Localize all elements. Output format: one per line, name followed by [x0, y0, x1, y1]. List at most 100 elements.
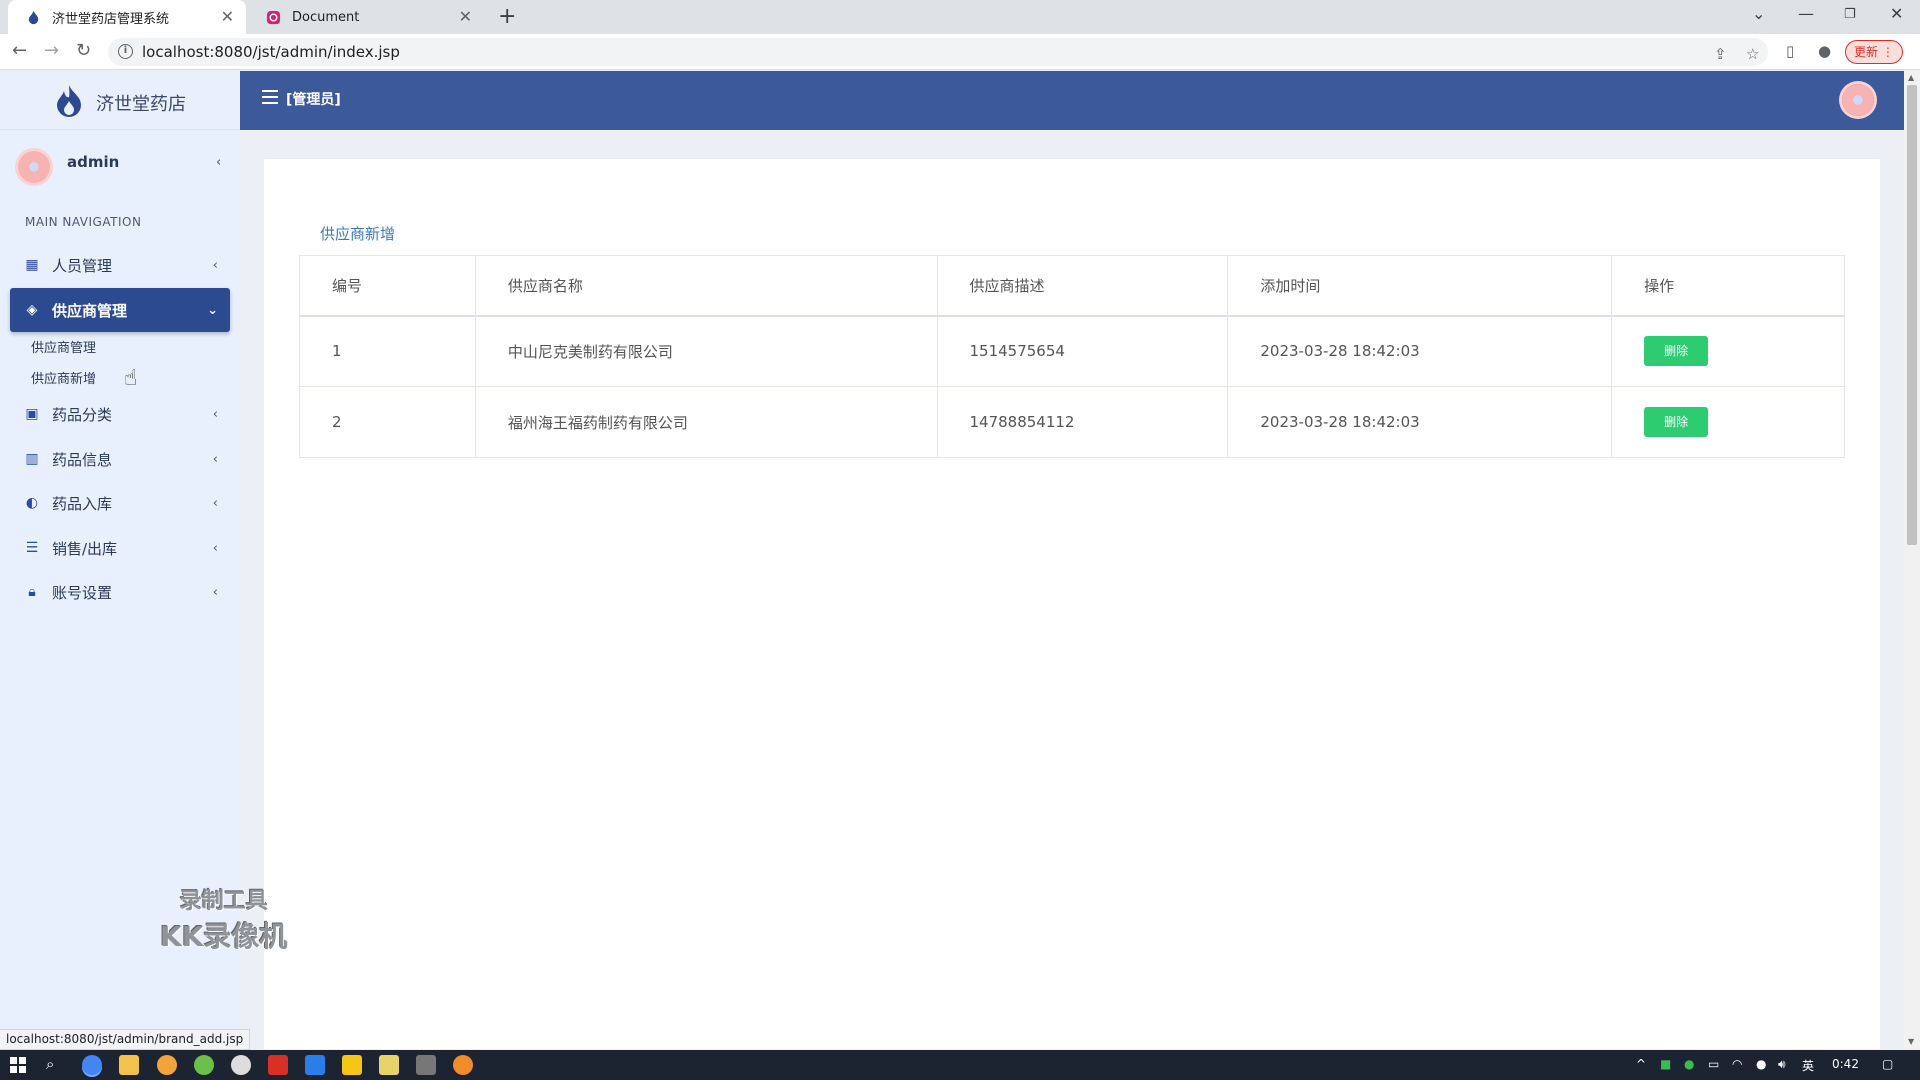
layers-icon: ◈: [26, 302, 38, 318]
minimize-icon[interactable]: —: [1798, 4, 1814, 23]
sidebar-item-drug-info[interactable]: ▥ 药品信息 ‹: [10, 437, 230, 481]
column-header-id: 编号: [299, 255, 476, 317]
sidebar-item-label: 药品信息: [52, 450, 113, 469]
delete-button[interactable]: 删除: [1644, 336, 1709, 367]
app-root: 济世堂药店 admin ‹ MAIN NAVIGATION ▦ 人员管理 ‹ ◈…: [0, 71, 1904, 1049]
browser-tab-document[interactable]: Document ✕: [248, 0, 484, 34]
reload-icon[interactable]: ↻: [76, 40, 91, 61]
flame-logo-icon: [57, 85, 81, 117]
sidebar-item-stock-in[interactable]: ◐ 药品入库 ‹: [10, 481, 230, 525]
cell-desc: 14788854112: [936, 386, 1229, 458]
tray-expand-icon[interactable]: ^: [1636, 1057, 1646, 1071]
flame-favicon-icon: [28, 10, 39, 25]
cell-action: 删除: [1611, 386, 1845, 458]
sidebar-item-suppliers[interactable]: ◈ 供应商管理 ⌄: [10, 288, 230, 332]
sidebar-item-staff[interactable]: ▦ 人员管理 ‹: [10, 243, 230, 287]
chrome-taskbar-icon[interactable]: [82, 1055, 102, 1075]
submenu-supplier-add[interactable]: 供应商新增: [31, 368, 96, 387]
file-explorer-icon[interactable]: [119, 1055, 139, 1075]
page-scrollbar[interactable]: ▲ ▼: [1904, 71, 1920, 1049]
search-icon[interactable]: ⌕: [46, 1055, 54, 1073]
close-tab-icon[interactable]: ✕: [459, 7, 472, 26]
yellow-app-icon[interactable]: [342, 1055, 362, 1075]
sidebar-item-label: 账号设置: [52, 583, 113, 602]
bookmark-star-icon[interactable]: ☆: [1746, 45, 1759, 63]
cell-name: 中山尼克美制药有限公司: [474, 315, 938, 387]
cell-id: 1: [299, 315, 476, 387]
sidebar-item-label: 药品入库: [52, 494, 113, 513]
adjust-icon: ◐: [25, 495, 39, 511]
delete-button[interactable]: 删除: [1644, 407, 1709, 437]
back-arrow-icon[interactable]: ←: [12, 40, 27, 61]
user-name: admin: [67, 153, 120, 171]
logo[interactable]: 济世堂药店: [0, 71, 240, 130]
side-panel-icon[interactable]: ▯: [1786, 42, 1794, 60]
user-panel: admin ‹: [0, 131, 240, 203]
cell-id: 2: [299, 386, 476, 458]
wifi-icon[interactable]: ◠: [1732, 1057, 1742, 1071]
forward-arrow-icon[interactable]: →: [44, 40, 59, 61]
submenu-supplier-manage[interactable]: 供应商管理: [31, 337, 96, 356]
scroll-down-icon[interactable]: ▼: [1908, 1037, 1914, 1046]
profile-icon[interactable]: ●: [1818, 42, 1831, 60]
cell-action: 删除: [1611, 315, 1845, 387]
scrollbar-thumb[interactable]: [1907, 85, 1917, 545]
table-row: 1 中山尼克美制药有限公司 1514575654 2023-03-28 18:4…: [299, 315, 1845, 387]
sidebar-item-sales[interactable]: ☰ 销售/出库 ‹: [10, 526, 230, 570]
sidebar-item-label: 人员管理: [52, 256, 113, 275]
vscode-icon[interactable]: [305, 1055, 325, 1075]
nav-header: MAIN NAVIGATION: [25, 215, 142, 229]
briefcase-icon: ▣: [25, 406, 39, 422]
site-info-icon[interactable]: i: [118, 44, 133, 59]
document-favicon-icon: [266, 10, 281, 25]
sidebar-item-account[interactable]: 🔒︎ 账号设置 ‹: [10, 570, 230, 614]
table-header-row: 编号 供应商名称 供应商描述 添加时间 操作: [299, 255, 1845, 317]
column-header-action: 操作: [1611, 255, 1845, 317]
chevron-left-icon: ‹: [212, 257, 218, 273]
search-app-icon[interactable]: [157, 1055, 177, 1075]
recorder-app-icon[interactable]: [453, 1055, 473, 1075]
recorder-watermark: 录制工具 KK录像机: [160, 883, 287, 955]
chevron-left-icon[interactable]: ‹: [216, 155, 221, 170]
address-bar[interactable]: i localhost:8080/jst/admin/index.jsp ⇪ ☆: [108, 38, 1768, 66]
qq-icon[interactable]: ●: [1756, 1057, 1766, 1071]
column-header-name: 供应商名称: [474, 255, 938, 317]
sidebar-item-drug-category[interactable]: ▣ 药品分类 ‹: [10, 392, 230, 436]
cell-time: 2023-03-28 18:42:03: [1227, 315, 1613, 387]
tool-app-icon[interactable]: [416, 1055, 436, 1075]
notepad-icon[interactable]: [379, 1055, 399, 1075]
top-avatar[interactable]: [1842, 84, 1874, 116]
settings-gear-icon[interactable]: [231, 1055, 251, 1075]
tray-app-icon[interactable]: ■: [1660, 1057, 1671, 1071]
volume-icon[interactable]: 🔊︎: [1778, 1057, 1786, 1072]
notification-icon[interactable]: ▢: [1882, 1057, 1893, 1071]
sidebar-item-label: 供应商管理: [52, 301, 128, 320]
status-bar-url: localhost:8080/jst/admin/brand_add.jsp: [0, 1029, 251, 1050]
close-tab-icon[interactable]: ✕: [221, 7, 234, 26]
windows-start-icon[interactable]: [10, 1057, 26, 1073]
scroll-up-icon[interactable]: ▲: [1908, 73, 1914, 82]
tray-device-icon[interactable]: ▭: [1708, 1057, 1719, 1071]
chevron-left-icon: ‹: [212, 495, 218, 511]
clock[interactable]: 0:42: [1832, 1057, 1859, 1071]
tab-search-chevron-icon[interactable]: ⌄: [1752, 4, 1765, 23]
restore-icon[interactable]: ❐: [1844, 7, 1856, 22]
share-icon[interactable]: ⇪: [1714, 45, 1727, 63]
chevron-left-icon: ‹: [212, 406, 218, 422]
tab-title: Document: [292, 9, 360, 25]
wps-icon[interactable]: [268, 1055, 288, 1075]
watermark-line1: 录制工具: [179, 889, 268, 914]
green-app-icon[interactable]: [194, 1055, 214, 1075]
chevron-left-icon: ‹: [212, 584, 218, 600]
hand-cursor-icon: ☝︎: [124, 366, 138, 391]
wechat-icon[interactable]: ●: [1684, 1057, 1694, 1071]
role-label: [管理员]: [286, 92, 341, 108]
new-tab-icon[interactable]: +: [498, 4, 516, 29]
window-close-icon[interactable]: ✕: [1890, 4, 1903, 23]
update-button[interactable]: 更新 ⋮: [1845, 40, 1903, 64]
chevron-down-icon: ⌄: [207, 302, 218, 318]
cell-name: 福州海王福药制药有限公司: [474, 386, 938, 458]
ime-indicator[interactable]: 英: [1802, 1057, 1814, 1074]
browser-tab-active[interactable]: 济世堂药店管理系统 ✕: [8, 0, 246, 34]
hamburger-menu-icon[interactable]: [262, 90, 278, 104]
